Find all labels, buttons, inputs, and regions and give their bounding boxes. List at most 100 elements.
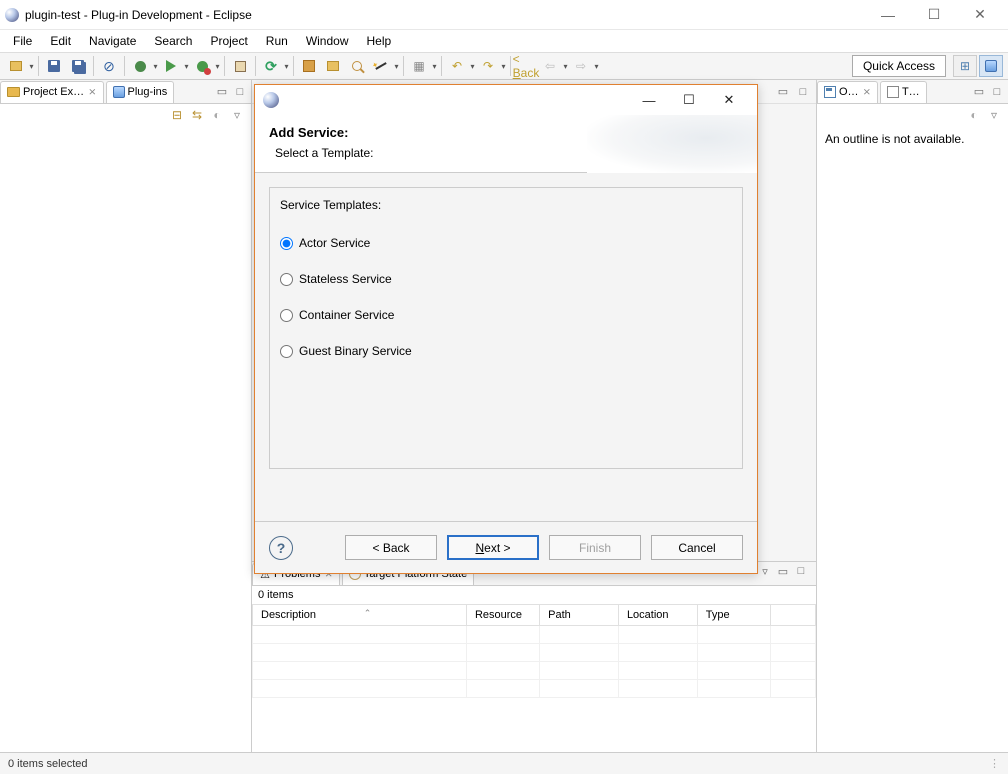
wand-dropdown[interactable]: ▾	[393, 62, 400, 71]
prev-annotation-button[interactable]: ↶	[446, 55, 468, 77]
focus-task-icon[interactable]: ◐	[209, 107, 225, 123]
table-row	[253, 644, 816, 662]
outline-menu-icon[interactable]: ▿	[986, 107, 1002, 123]
nav-dropdown[interactable]: ▾	[431, 62, 438, 71]
run-dropdown[interactable]: ▾	[183, 62, 190, 71]
link-editor-icon[interactable]: ⇆	[189, 107, 205, 123]
editor-maximize-button[interactable]: □	[796, 85, 810, 99]
run-button[interactable]	[160, 55, 182, 77]
radio-actor-service[interactable]: Actor Service	[280, 236, 732, 250]
prev-annotation-dropdown[interactable]: ▾	[469, 62, 476, 71]
add-service-dialog: — ☐ ✕ Add Service: Select a Template: Se…	[254, 84, 758, 574]
forward-button[interactable]: ⇨	[570, 55, 592, 77]
minimize-view-button[interactable]: ▭	[215, 85, 229, 99]
run-last-button[interactable]	[191, 55, 213, 77]
help-button[interactable]: ?	[269, 536, 293, 560]
col-type[interactable]: Type	[697, 605, 770, 626]
dialog-titlebar[interactable]: — ☐ ✕	[255, 85, 757, 115]
plugin-perspective-button[interactable]	[979, 55, 1003, 77]
col-description[interactable]: Description⌃	[253, 605, 467, 626]
new-dropdown[interactable]: ▾	[28, 62, 35, 71]
maximize-view-button[interactable]: □	[233, 85, 247, 99]
outline-minimize-button[interactable]: ▭	[972, 85, 986, 99]
menu-file[interactable]: File	[4, 32, 41, 50]
next-button[interactable]: Next >	[447, 535, 539, 560]
radio-input[interactable]	[280, 345, 293, 358]
next-annotation-dropdown[interactable]: ▾	[500, 62, 507, 71]
radio-stateless-service[interactable]: Stateless Service	[280, 272, 732, 286]
status-text: 0 items selected	[8, 758, 87, 770]
menu-run[interactable]: Run	[257, 32, 297, 50]
radio-input[interactable]	[280, 273, 293, 286]
finish-button: Finish	[549, 535, 641, 560]
col-resource[interactable]: Resource	[466, 605, 539, 626]
templates-label: Service Templates:	[280, 198, 732, 212]
project-explorer-toolbar: ⊟ ⇆ ◐ ▿	[0, 104, 251, 126]
back-history-button[interactable]: ⇦	[539, 55, 561, 77]
outline-maximize-button[interactable]: □	[990, 85, 1004, 99]
editor-minimize-button[interactable]: ▭	[776, 85, 790, 99]
search-button[interactable]	[346, 55, 368, 77]
tab-project-explorer[interactable]: Project Ex… ⨯	[0, 81, 104, 103]
skip-breakpoints-button[interactable]: ⊘	[98, 55, 120, 77]
refresh-button[interactable]: ⟳	[260, 55, 282, 77]
problems-minimize-button[interactable]: ▭	[776, 564, 790, 578]
col-path[interactable]: Path	[540, 605, 619, 626]
problems-menu-icon[interactable]: ▿	[758, 564, 772, 578]
next-annotation-button[interactable]: ↷	[477, 55, 499, 77]
menu-navigate[interactable]: Navigate	[80, 32, 145, 50]
window-minimize-button[interactable]: —	[865, 0, 911, 30]
radio-input[interactable]	[280, 237, 293, 250]
cancel-button[interactable]: Cancel	[651, 535, 743, 560]
open-task-button[interactable]	[322, 55, 344, 77]
outline-focus-icon[interactable]: ◐	[966, 107, 982, 123]
main-toolbar: ▾ ⊘ ▾ ▾ ▾ ⟳ ▾ ▾ ▦ ▾ ↶ ▾ ↷ ▾ < Back ⇦ ▾ ⇨…	[0, 52, 1008, 80]
dialog-minimize-button[interactable]: —	[629, 87, 669, 113]
tab-outline[interactable]: O… ⨯	[817, 81, 878, 103]
new-button[interactable]	[5, 55, 27, 77]
collapse-all-icon[interactable]: ⊟	[169, 107, 185, 123]
tab-label: T…	[902, 86, 920, 98]
separator	[255, 56, 256, 76]
radio-input[interactable]	[280, 309, 293, 322]
save-button[interactable]	[43, 55, 65, 77]
forward-dropdown[interactable]: ▾	[593, 62, 600, 71]
menu-project[interactable]: Project	[201, 32, 256, 50]
debug-button[interactable]	[129, 55, 151, 77]
refresh-dropdown[interactable]: ▾	[283, 62, 290, 71]
folder-icon	[7, 87, 20, 97]
tab-plugins[interactable]: Plug-ins	[106, 81, 175, 103]
nav-button[interactable]: ▦	[408, 55, 430, 77]
tab-close-icon[interactable]: ⨯	[863, 87, 871, 98]
run-last-dropdown[interactable]: ▾	[214, 62, 221, 71]
back-history-dropdown[interactable]: ▾	[562, 62, 569, 71]
back-button[interactable]: < Back	[345, 535, 437, 560]
open-perspective-button[interactable]: ⊞	[953, 55, 977, 77]
separator	[441, 56, 442, 76]
back-button[interactable]: < Back	[515, 55, 537, 77]
outline-icon	[824, 86, 836, 98]
dialog-close-button[interactable]: ✕	[709, 87, 749, 113]
col-location[interactable]: Location	[618, 605, 697, 626]
view-menu-icon[interactable]: ▿	[229, 107, 245, 123]
tab-close-icon[interactable]: ⨯	[88, 87, 96, 98]
tab-tasks[interactable]: T…	[880, 81, 927, 103]
open-type-button[interactable]	[298, 55, 320, 77]
new-plugin-button[interactable]	[229, 55, 251, 77]
menu-window[interactable]: Window	[297, 32, 358, 50]
radio-label: Actor Service	[299, 236, 370, 250]
quick-access[interactable]: Quick Access	[852, 55, 946, 77]
save-all-button[interactable]	[67, 55, 89, 77]
wand-button[interactable]	[370, 55, 392, 77]
window-maximize-button[interactable]: ☐	[911, 0, 957, 30]
dialog-maximize-button[interactable]: ☐	[669, 87, 709, 113]
table-row	[253, 626, 816, 644]
radio-guest-binary-service[interactable]: Guest Binary Service	[280, 344, 732, 358]
menu-help[interactable]: Help	[358, 32, 401, 50]
menu-search[interactable]: Search	[145, 32, 201, 50]
debug-dropdown[interactable]: ▾	[152, 62, 159, 71]
menu-edit[interactable]: Edit	[41, 32, 80, 50]
radio-container-service[interactable]: Container Service	[280, 308, 732, 322]
window-close-button[interactable]: ✕	[957, 0, 1003, 30]
problems-maximize-button[interactable]: □	[794, 564, 808, 578]
